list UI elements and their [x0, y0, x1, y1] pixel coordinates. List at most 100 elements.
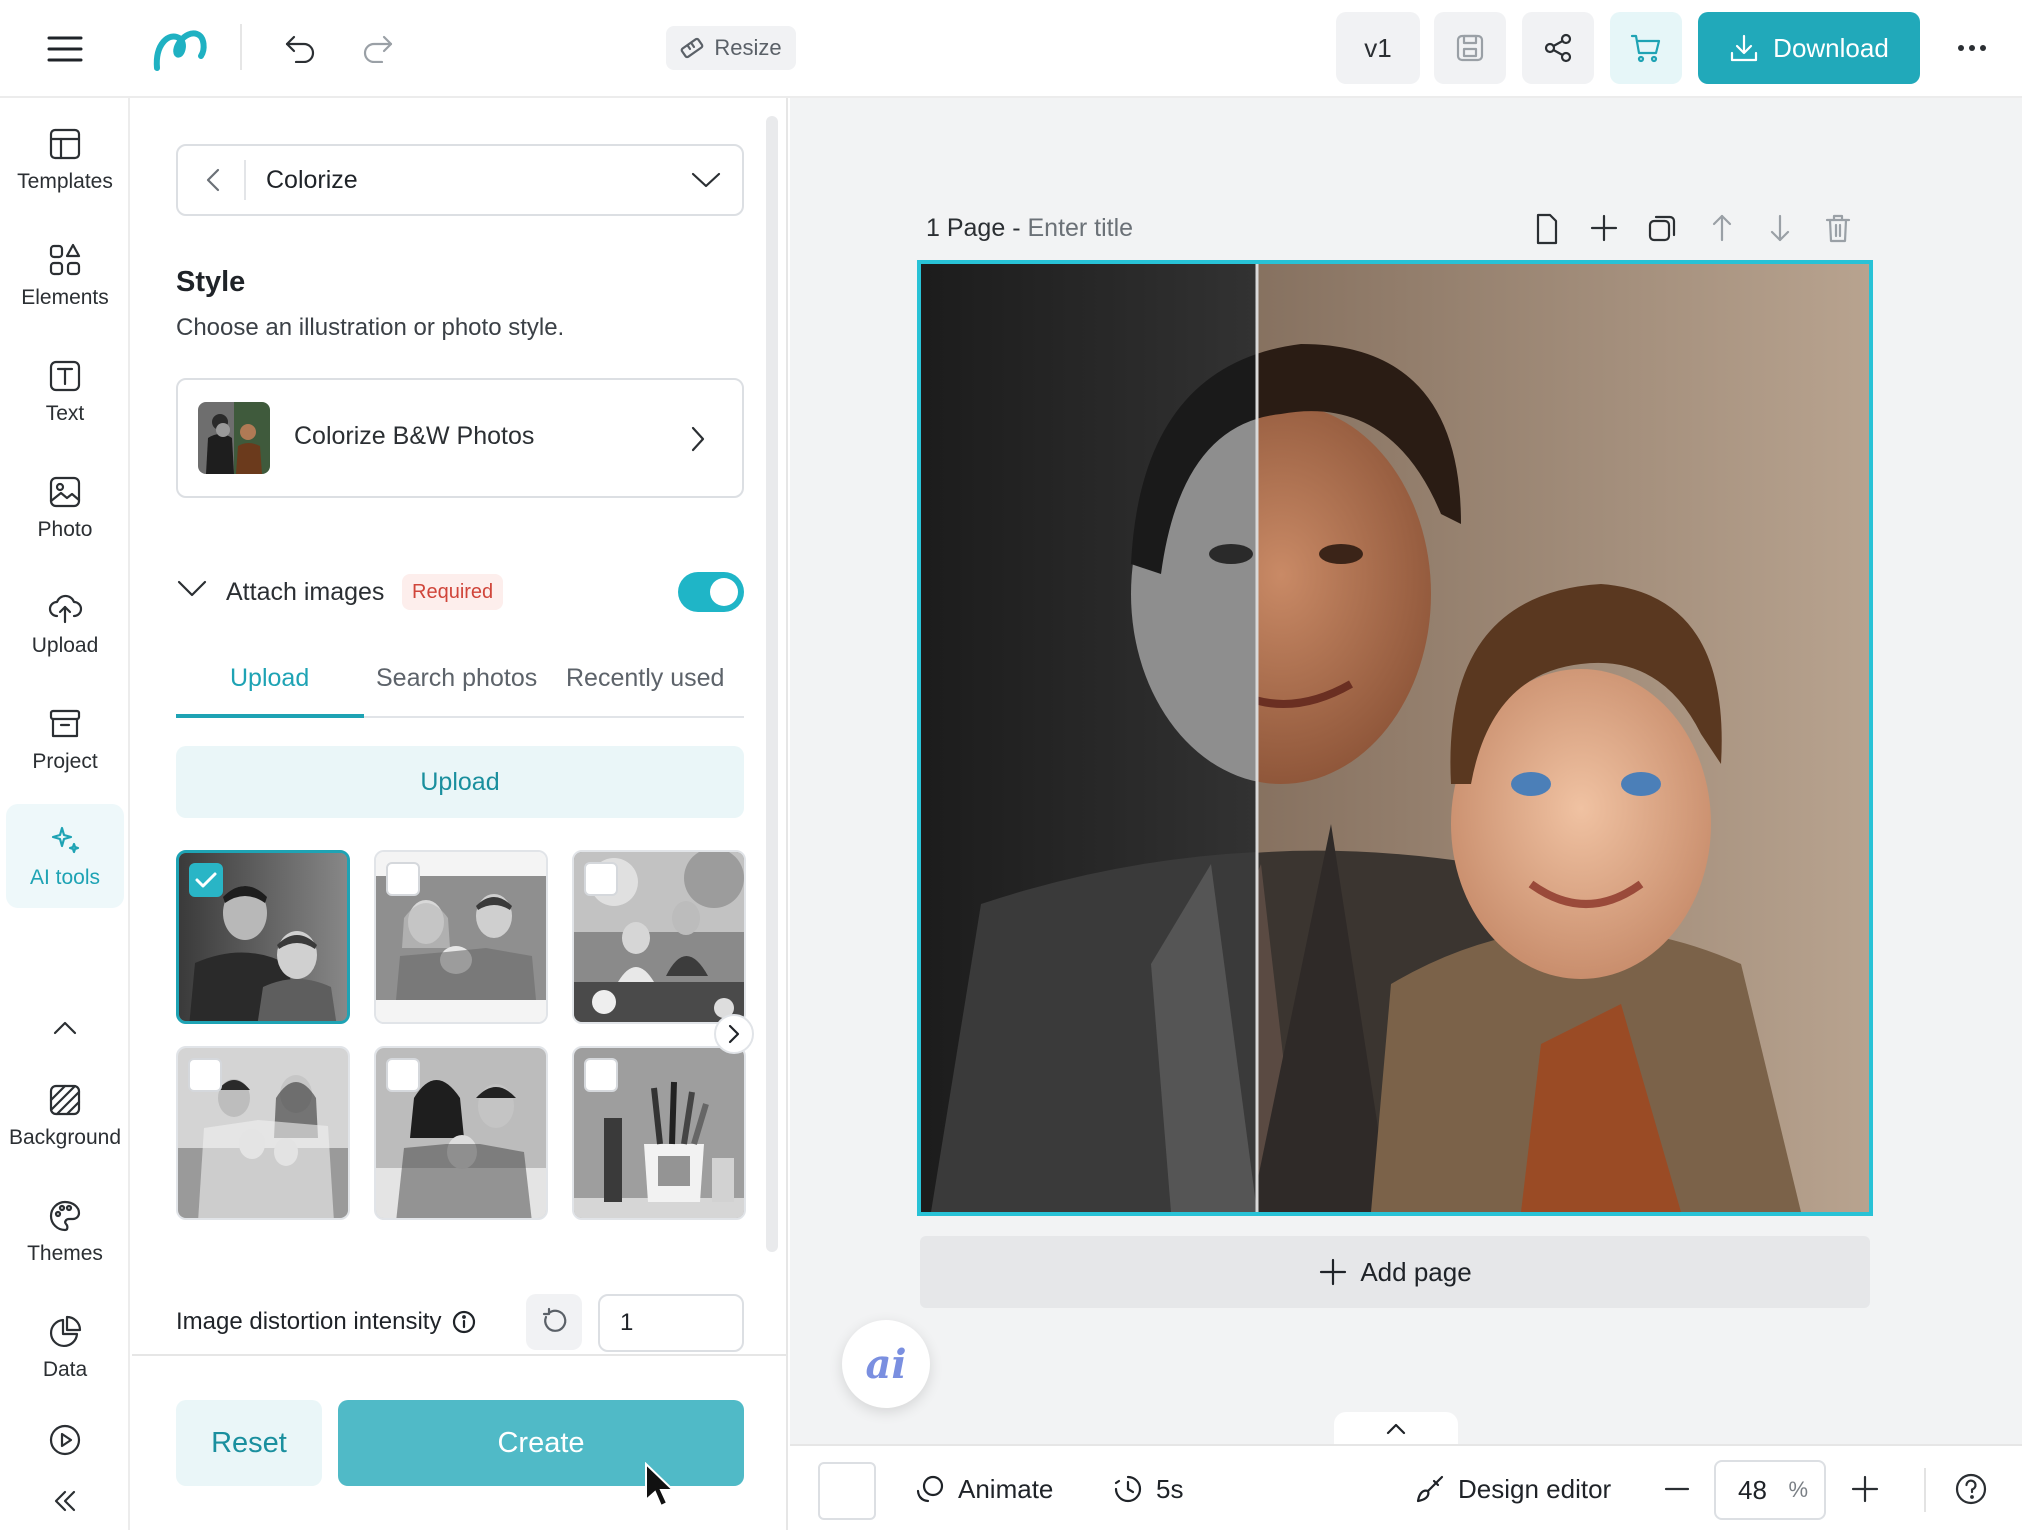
- select-divider: [244, 160, 246, 200]
- uploaded-image-thumbnail[interactable]: [176, 1046, 350, 1220]
- create-button[interactable]: Create: [338, 1400, 744, 1486]
- ai-assistant-label: ai: [865, 1340, 907, 1388]
- cart-button[interactable]: [1610, 12, 1682, 84]
- thumbnail-checkbox[interactable]: [188, 1058, 222, 1092]
- design-editor-label: Design editor: [1458, 1473, 1612, 1504]
- style-card[interactable]: Colorize B&W Photos: [176, 378, 744, 498]
- panel-scrollbar[interactable]: [766, 116, 778, 1252]
- move-page-down-icon[interactable]: [1764, 212, 1800, 248]
- animate-button[interactable]: Animate: [914, 1446, 1053, 1530]
- version-label: v1: [1364, 32, 1392, 63]
- templates-icon: [49, 128, 81, 160]
- rail-item-photo[interactable]: Photo: [6, 456, 124, 560]
- move-page-up-icon[interactable]: [1706, 212, 1742, 248]
- upload-button[interactable]: Upload: [176, 746, 744, 818]
- add-page-plus-icon[interactable]: [1588, 212, 1624, 248]
- thumbnail-checkbox[interactable]: [189, 863, 223, 897]
- rail-item-themes[interactable]: Themes: [6, 1180, 124, 1284]
- thumbnail-checkbox[interactable]: [584, 862, 618, 896]
- zoom-out-button[interactable]: [1662, 1446, 1692, 1530]
- expand-pages-tab[interactable]: [1334, 1412, 1458, 1446]
- design-artboard[interactable]: [917, 260, 1873, 1216]
- toolbar-divider: [1924, 1468, 1926, 1512]
- add-page-label: Add page: [1360, 1256, 1472, 1287]
- background-icon: [49, 1084, 81, 1116]
- rail-item-upload[interactable]: Upload: [6, 572, 124, 676]
- zoom-in-button[interactable]: [1850, 1446, 1880, 1530]
- add-page-button[interactable]: Add page: [920, 1236, 1870, 1308]
- thumbnails-next-button[interactable]: [714, 1014, 754, 1054]
- duration-label: 5s: [1156, 1473, 1184, 1504]
- style-thumbnail: [198, 402, 270, 474]
- download-button[interactable]: Download: [1698, 12, 1920, 84]
- thumbnail-checkbox[interactable]: [584, 1058, 618, 1092]
- design-editor-button[interactable]: Design editor: [1414, 1446, 1611, 1530]
- chevron-up-icon: [53, 1021, 77, 1035]
- palette-icon: [49, 1200, 81, 1232]
- toggle-knob: [710, 578, 738, 606]
- chevron-down-icon[interactable]: [176, 578, 208, 606]
- uploaded-image-thumbnail[interactable]: [374, 850, 548, 1024]
- collapse-panel-button[interactable]: [6, 1466, 124, 1530]
- rail-collapse-up[interactable]: [6, 998, 124, 1058]
- sparkle-icon: [51, 826, 80, 854]
- app-logo-icon[interactable]: [150, 22, 210, 74]
- tab-recently-used[interactable]: Recently used: [566, 664, 724, 693]
- uploaded-image-thumbnail[interactable]: [176, 850, 350, 1024]
- cloud-upload-icon: [48, 594, 83, 624]
- share-button[interactable]: [1522, 12, 1594, 84]
- timer-icon: [1114, 1475, 1142, 1503]
- duration-button[interactable]: 5s: [1112, 1446, 1183, 1530]
- distortion-intensity-input[interactable]: 1: [598, 1294, 744, 1352]
- more-options-icon[interactable]: [1952, 30, 1992, 66]
- undo-icon[interactable]: [282, 30, 318, 66]
- back-chevron-icon[interactable]: [204, 166, 224, 196]
- zoom-value: 48: [1738, 1474, 1767, 1505]
- hamburger-menu-icon[interactable]: [44, 28, 86, 70]
- save-button[interactable]: [1434, 12, 1506, 84]
- help-button[interactable]: [1954, 1446, 1988, 1530]
- info-icon[interactable]: [451, 1309, 477, 1335]
- style-heading: Style: [176, 266, 246, 298]
- redo-icon[interactable]: [360, 30, 396, 66]
- thumbnail-checkbox[interactable]: [386, 862, 420, 896]
- tab-search-photos[interactable]: Search photos: [376, 664, 537, 693]
- rail-item-project[interactable]: Project: [6, 688, 124, 792]
- animate-label: Animate: [958, 1473, 1054, 1504]
- plus-icon: [1851, 1475, 1879, 1503]
- version-button[interactable]: v1: [1336, 12, 1420, 84]
- rail-label: Data: [42, 1358, 88, 1381]
- resize-button[interactable]: Resize: [666, 26, 796, 70]
- rail-item-elements[interactable]: Elements: [6, 224, 124, 328]
- chevron-right-icon: [728, 1024, 740, 1044]
- delete-page-icon[interactable]: [1822, 212, 1858, 248]
- toolbar-divider: [240, 24, 242, 70]
- resize-label: Resize: [714, 35, 782, 60]
- distortion-reset-button[interactable]: [526, 1294, 582, 1350]
- tab-upload[interactable]: Upload: [230, 664, 309, 693]
- duplicate-page-icon[interactable]: [1646, 212, 1682, 248]
- ai-assistant-button[interactable]: ai: [842, 1320, 930, 1408]
- help-icon: [1955, 1473, 1987, 1505]
- rail-item-data[interactable]: Data: [6, 1296, 124, 1400]
- rail-item-templates[interactable]: Templates: [6, 108, 124, 212]
- attach-images-toggle[interactable]: [678, 572, 744, 612]
- rail-item-ai-tools[interactable]: AI tools: [6, 804, 124, 908]
- rail-item-text[interactable]: Text: [6, 340, 124, 444]
- style-card-label: Colorize B&W Photos: [294, 422, 535, 450]
- thumbnail-checkbox[interactable]: [386, 1058, 420, 1092]
- rail-item-background[interactable]: Background: [6, 1064, 124, 1168]
- reset-button[interactable]: Reset: [176, 1400, 322, 1486]
- double-chevron-left-icon: [54, 1490, 76, 1512]
- uploaded-image-thumbnail[interactable]: [572, 1046, 746, 1220]
- tool-mode-select[interactable]: Colorize: [176, 144, 744, 216]
- background-color-swatch[interactable]: [818, 1462, 876, 1520]
- uploaded-image-thumbnail[interactable]: [374, 1046, 548, 1220]
- plus-icon: [1320, 1258, 1347, 1286]
- share-icon: [1544, 33, 1572, 63]
- zoom-input[interactable]: 48 %: [1714, 1460, 1826, 1520]
- page-note-icon[interactable]: [1530, 212, 1566, 248]
- uploaded-image-thumbnail[interactable]: [572, 850, 746, 1024]
- rail-label: Elements: [21, 286, 109, 309]
- page-title-input[interactable]: Enter title: [1027, 214, 1133, 242]
